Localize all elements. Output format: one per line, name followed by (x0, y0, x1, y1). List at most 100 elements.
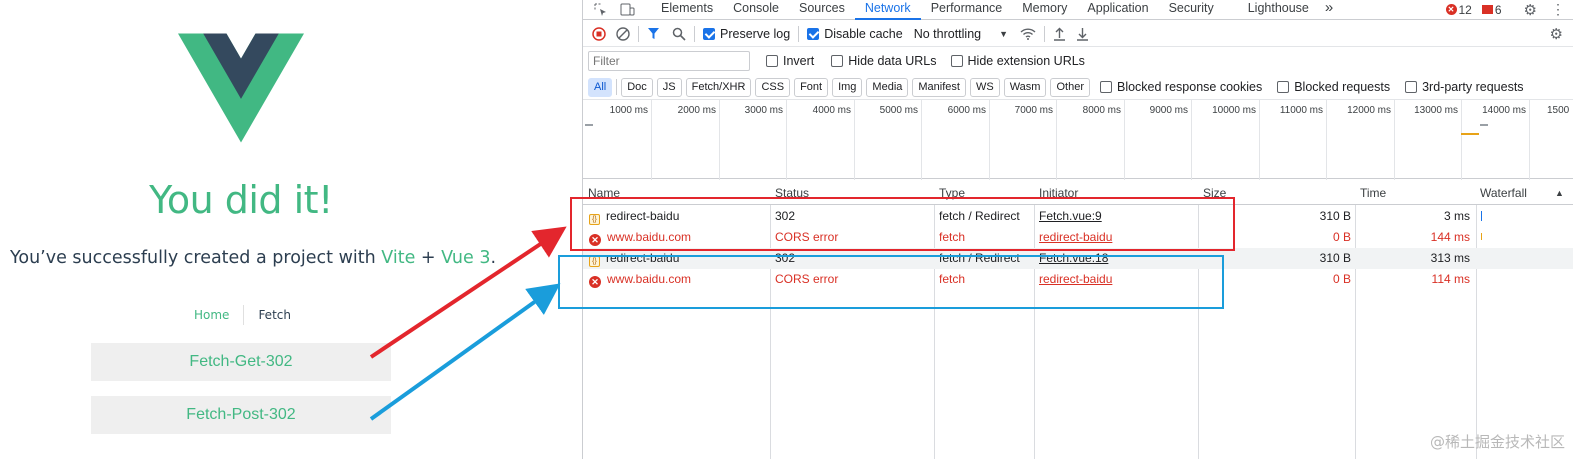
table-row[interactable]: ✕ www.baidu.com CORS error fetch redirect… (583, 269, 1573, 290)
request-time: 144 ms (1430, 230, 1470, 244)
fetch-post-302-button[interactable]: Fetch-Post-302 (91, 396, 391, 434)
error-count[interactable]: 12 (1459, 3, 1472, 17)
preserve-log-checkbox[interactable] (703, 27, 715, 40)
request-initiator-link[interactable]: redirect-baidu (1039, 272, 1112, 286)
request-time: 114 ms (1431, 272, 1470, 286)
col-time-header[interactable]: Time (1360, 186, 1386, 200)
tab-performance[interactable]: Performance (921, 0, 1013, 20)
toolbar-divider (798, 25, 800, 42)
network-settings-gear-icon[interactable]: ⚙ (1550, 25, 1563, 43)
request-initiator-link[interactable]: redirect-baidu (1039, 230, 1112, 244)
error-icon[interactable]: ✕ (1445, 4, 1457, 15)
resource-type-filter-row: All Doc JS Fetch/XHR CSS Font Img Media … (583, 75, 1573, 99)
inspect-element-icon[interactable] (587, 3, 615, 17)
waterfall-bar (1481, 211, 1482, 221)
col-type-header[interactable]: Type (939, 186, 965, 200)
devtools-tab-bar: Elements Console Sources Network Perform… (583, 0, 1573, 20)
type-filter-doc[interactable]: Doc (621, 77, 653, 97)
throttling-select[interactable]: No throttling (914, 27, 981, 41)
issues-flag-icon[interactable] (1481, 5, 1493, 14)
settings-gear-icon[interactable]: ⚙ (1524, 1, 1537, 19)
disable-cache-checkbox[interactable] (807, 27, 820, 40)
timeline-tick: 6000 ms (948, 100, 990, 180)
type-filter-font[interactable]: Font (794, 77, 829, 97)
type-filter-fetch-xhr[interactable]: Fetch/XHR (685, 77, 752, 97)
hide-extension-urls-label: Hide extension URLs (967, 54, 1085, 68)
vue3-link[interactable]: Vue 3 (441, 248, 490, 268)
type-filter-wasm[interactable]: Wasm (1003, 77, 1047, 97)
network-overview-timeline[interactable]: 1000 ms 2000 ms 3000 ms 4000 ms 5000 ms … (583, 99, 1573, 180)
tab-lighthouse[interactable]: Lighthouse (1238, 0, 1319, 20)
request-status: CORS error (775, 230, 839, 244)
request-initiator-link[interactable]: Fetch.vue:18 (1039, 251, 1108, 265)
filter-row: Invert Hide data URLs Hide extension URL… (583, 48, 1573, 74)
col-status-header[interactable]: Status (775, 186, 809, 200)
request-name: ✕ www.baidu.com (589, 272, 691, 288)
request-status: 302 (775, 251, 796, 265)
timeline-tick: 1000 ms (610, 100, 652, 180)
tab-console[interactable]: Console (723, 0, 789, 20)
type-filter-css[interactable]: CSS (755, 77, 791, 97)
preserve-log-label: Preserve log (720, 26, 791, 41)
toolbar-divider (638, 25, 639, 42)
table-header: Name Status Type Initiator Size Time Wat… (583, 181, 1573, 205)
table-row[interactable]: {} redirect-baidu 302 fetch / Redirect Fe… (583, 248, 1573, 269)
vite-link[interactable]: Vite (381, 248, 415, 268)
type-filter-img[interactable]: Img (832, 77, 863, 97)
timeline-tick: 8000 ms (1083, 100, 1125, 180)
search-icon[interactable] (672, 27, 686, 41)
request-initiator-link[interactable]: Fetch.vue:9 (1039, 209, 1102, 223)
fetch-request-icon: {} (589, 256, 600, 267)
record-stop-icon[interactable] (592, 26, 606, 41)
col-initiator-header[interactable]: Initiator (1039, 186, 1078, 200)
tab-application[interactable]: Application (1077, 0, 1158, 20)
network-conditions-wifi-icon[interactable] (1020, 27, 1036, 40)
more-options-icon[interactable]: ⋮ (1551, 1, 1565, 18)
sort-ascending-icon[interactable]: ▲ (1555, 188, 1564, 198)
request-name: ✕ www.baidu.com (589, 230, 691, 246)
hide-extension-urls-checkbox[interactable] (950, 55, 963, 67)
col-waterfall-header[interactable]: Waterfall (1480, 186, 1527, 200)
chevron-down-icon[interactable]: ▼ (999, 29, 1008, 39)
filter-funnel-icon[interactable] (647, 27, 660, 40)
watermark: @稀土掘金技术社区 (1429, 433, 1565, 451)
type-filter-media[interactable]: Media (866, 77, 909, 97)
warning-count[interactable]: 6 (1495, 3, 1502, 17)
fetch-get-302-button[interactable]: Fetch-Get-302 (91, 343, 391, 381)
nav-fetch-link[interactable]: Fetch (243, 305, 305, 325)
nav-home-link[interactable]: Home (180, 305, 243, 325)
tab-sources[interactable]: Sources (789, 0, 855, 20)
type-filter-manifest[interactable]: Manifest (912, 77, 966, 97)
export-har-icon[interactable] (1076, 27, 1089, 41)
blocked-requests-checkbox[interactable] (1277, 81, 1290, 93)
timeline-tick: 10000 ms (1212, 100, 1260, 180)
more-tabs-icon[interactable]: » (1319, 0, 1339, 20)
table-row[interactable]: {} redirect-baidu 302 fetch / Redirect Fe… (583, 206, 1573, 227)
tab-memory[interactable]: Memory (1012, 0, 1077, 20)
filter-input[interactable] (588, 51, 750, 71)
type-filter-js[interactable]: JS (656, 77, 682, 97)
request-name: {} redirect-baidu (589, 251, 679, 267)
blocked-requests-label: Blocked requests (1294, 80, 1391, 94)
table-row[interactable]: ✕ www.baidu.com CORS error fetch redirect… (583, 227, 1573, 248)
device-toolbar-icon[interactable] (615, 3, 639, 16)
tab-security[interactable]: Security (1159, 0, 1224, 20)
timeline-tick: 7000 ms (1015, 100, 1057, 180)
type-filter-other[interactable]: Other (1050, 77, 1090, 97)
hide-data-urls-checkbox[interactable] (831, 55, 844, 67)
col-name-header[interactable]: Name (588, 186, 620, 200)
tab-network[interactable]: Network (854, 0, 921, 20)
vue-app-page: You did it! You’ve successfully created … (0, 0, 582, 459)
clear-icon[interactable] (616, 26, 630, 41)
col-size-header[interactable]: Size (1203, 186, 1226, 200)
tab-elements[interactable]: Elements (651, 0, 723, 20)
request-status: 302 (775, 209, 796, 223)
import-har-icon[interactable] (1053, 27, 1066, 41)
type-filter-ws[interactable]: WS (969, 77, 1000, 97)
third-party-requests-checkbox[interactable] (1405, 81, 1418, 93)
app-nav: Home Fetch (180, 305, 305, 325)
invert-checkbox[interactable] (766, 55, 778, 67)
request-size: 310 B (1319, 251, 1351, 265)
blocked-response-cookies-checkbox[interactable] (1099, 81, 1112, 93)
type-filter-all[interactable]: All (588, 77, 613, 97)
